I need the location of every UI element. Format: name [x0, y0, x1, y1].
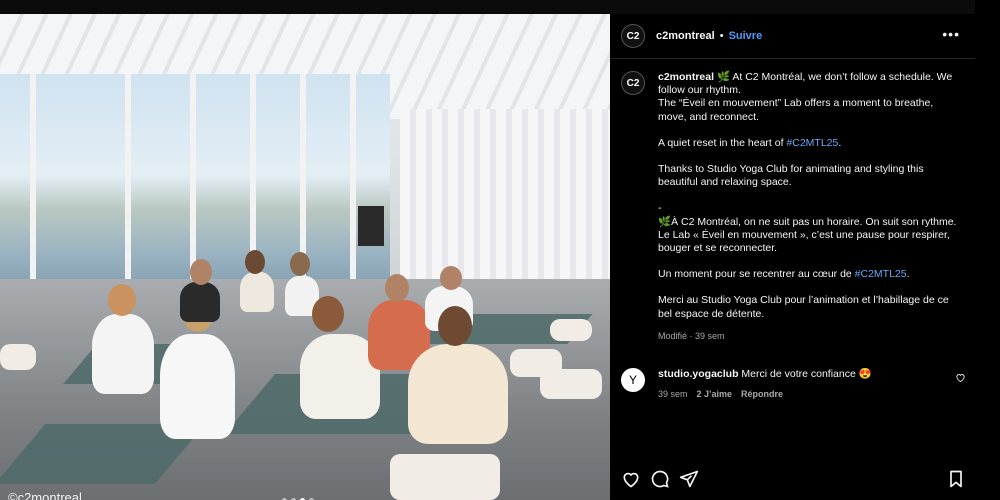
- more-icon[interactable]: •••: [942, 26, 960, 42]
- person: [160, 334, 235, 439]
- caption-paragraph: Thanks to Studio Yoga Club for animating…: [658, 163, 958, 189]
- window-frame: [350, 74, 356, 299]
- avatar[interactable]: C2: [621, 71, 645, 95]
- post-header: C2 c2montreal • Suivre •••: [610, 14, 975, 58]
- person-head: [385, 274, 409, 302]
- person-head: [440, 266, 462, 290]
- person-head: [290, 252, 310, 276]
- caption-text: Thanks to Studio Yoga Club for animating…: [658, 163, 924, 189]
- person-head: [190, 259, 212, 285]
- top-strip: [0, 0, 1000, 14]
- pillow: [540, 369, 602, 399]
- person-head: [245, 250, 265, 274]
- caption-text: The “Éveil en mouvement” Lab offers a mo…: [658, 97, 934, 123]
- white-curtain: [400, 109, 610, 284]
- caption-username[interactable]: c2montreal: [658, 71, 714, 83]
- window-frame: [30, 74, 36, 299]
- caption-text: Le Lab « Éveil en mouvement », c’est une…: [658, 228, 950, 255]
- caption-text: 🌿À C2 Montréal, on ne suit pas un horair…: [658, 215, 957, 228]
- right-gutter: [975, 0, 1000, 500]
- comment-avatar[interactable]: Y: [621, 368, 645, 392]
- caption-dash: -: [658, 202, 662, 215]
- share-icon[interactable]: [679, 469, 699, 489]
- pillow: [550, 319, 592, 341]
- speaker: [358, 206, 384, 246]
- hashtag-link[interactable]: #C2MTL25: [855, 268, 907, 280]
- comment: Y studio.yogaclub Merci de votre confian…: [621, 368, 966, 401]
- header-separator: •: [719, 30, 724, 42]
- window-frame: [125, 74, 131, 299]
- comment-heart-icon[interactable]: [955, 372, 966, 386]
- caption-text: A quiet reset in the heart of: [658, 136, 787, 149]
- comment-likes[interactable]: 2 J’aime: [697, 388, 733, 401]
- pillow: [0, 344, 36, 370]
- header-username[interactable]: c2montreal: [656, 30, 715, 42]
- pillow: [390, 454, 500, 500]
- comment-body: studio.yogaclub Merci de votre confiance…: [658, 368, 938, 401]
- comment-meta: 39 sem 2 J’aime Répondre: [658, 388, 938, 401]
- comment-username[interactable]: studio.yogaclub: [658, 368, 739, 380]
- post-panel: C2 c2montreal • Suivre ••• C2 c2montreal…: [610, 14, 975, 500]
- person: [408, 344, 508, 444]
- caption-paragraph: Merci au Studio Yoga Club pour l’animati…: [658, 294, 958, 320]
- heart-icon[interactable]: [621, 469, 641, 489]
- person: [240, 272, 274, 312]
- person-head: [312, 296, 344, 332]
- caption-paragraph: 🌿À C2 Montréal, on ne suit pas un horair…: [658, 216, 958, 256]
- person: [180, 282, 220, 322]
- comment-time: 39 sem: [658, 389, 688, 399]
- comment-icon[interactable]: [650, 469, 670, 489]
- person-head: [108, 284, 136, 316]
- person-head: [438, 306, 472, 346]
- caption-meta: Modifié · 39 sem: [658, 330, 725, 341]
- caption-text: .: [838, 136, 842, 149]
- caption-text: .: [906, 268, 910, 281]
- caption-paragraph: Un moment pour se recentrer au cœur de #…: [658, 268, 958, 281]
- bookmark-icon[interactable]: [946, 469, 966, 489]
- action-bar: [621, 469, 966, 493]
- comment-text: Merci de votre confiance 😍: [738, 368, 872, 380]
- hashtag-link[interactable]: #C2MTL25: [786, 137, 838, 149]
- post-photo[interactable]: ©c2montreal: [0, 14, 610, 500]
- follow-button[interactable]: Suivre: [729, 30, 763, 42]
- reply-button[interactable]: Répondre: [741, 388, 783, 401]
- caption-paragraph: A quiet reset in the heart of #C2MTL25.: [658, 137, 958, 150]
- divider: [610, 58, 975, 59]
- watermark: ©c2montreal: [8, 490, 82, 500]
- caption-paragraph: c2montreal 🌿 At C2 Montréal, we don’t fo…: [658, 71, 958, 124]
- person: [92, 314, 154, 394]
- caption-text: Un moment pour se recentrer au cœur de: [658, 268, 855, 281]
- avatar[interactable]: C2: [621, 24, 645, 48]
- caption: C2 c2montreal 🌿 At C2 Montréal, we don’t…: [621, 71, 966, 343]
- caption-body: c2montreal 🌿 At C2 Montréal, we don’t fo…: [658, 71, 958, 343]
- caption-text: Merci au Studio Yoga Club pour l’animati…: [658, 294, 949, 320]
